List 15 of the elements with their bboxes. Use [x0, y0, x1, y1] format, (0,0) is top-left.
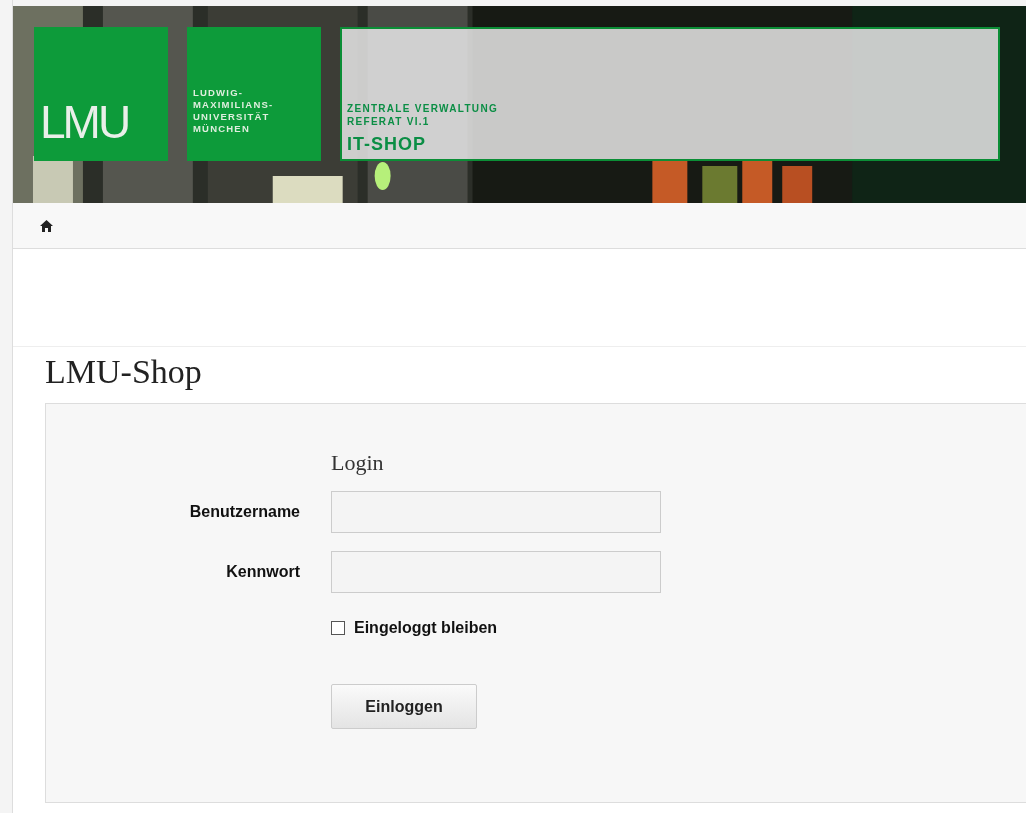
input-field[interactable] — [331, 491, 661, 533]
checkbox[interactable] — [331, 621, 345, 635]
university-name: LUDWIG- MAXIMILIANS- UNIVERSITÄT MÜNCHEN — [187, 27, 321, 161]
field-label: Kennwort — [225, 563, 300, 581]
unit-name: REFERAT VI.1 — [347, 115, 430, 128]
lmu-logo: LMU — [34, 27, 168, 161]
field-label: Benutzername — [188, 503, 300, 521]
department-name: ZENTRALE VERWALTUNG — [347, 102, 498, 115]
shop-name: IT-SHOP — [347, 134, 426, 155]
checkbox-label[interactable]: Eingeloggt bleiben — [354, 619, 498, 637]
login-button[interactable]: Einloggen — [331, 684, 477, 729]
home-icon[interactable] — [40, 219, 53, 232]
login-heading: Login — [331, 450, 385, 476]
page-title: LMU-Shop — [44, 352, 203, 392]
input-field[interactable] — [331, 551, 661, 593]
